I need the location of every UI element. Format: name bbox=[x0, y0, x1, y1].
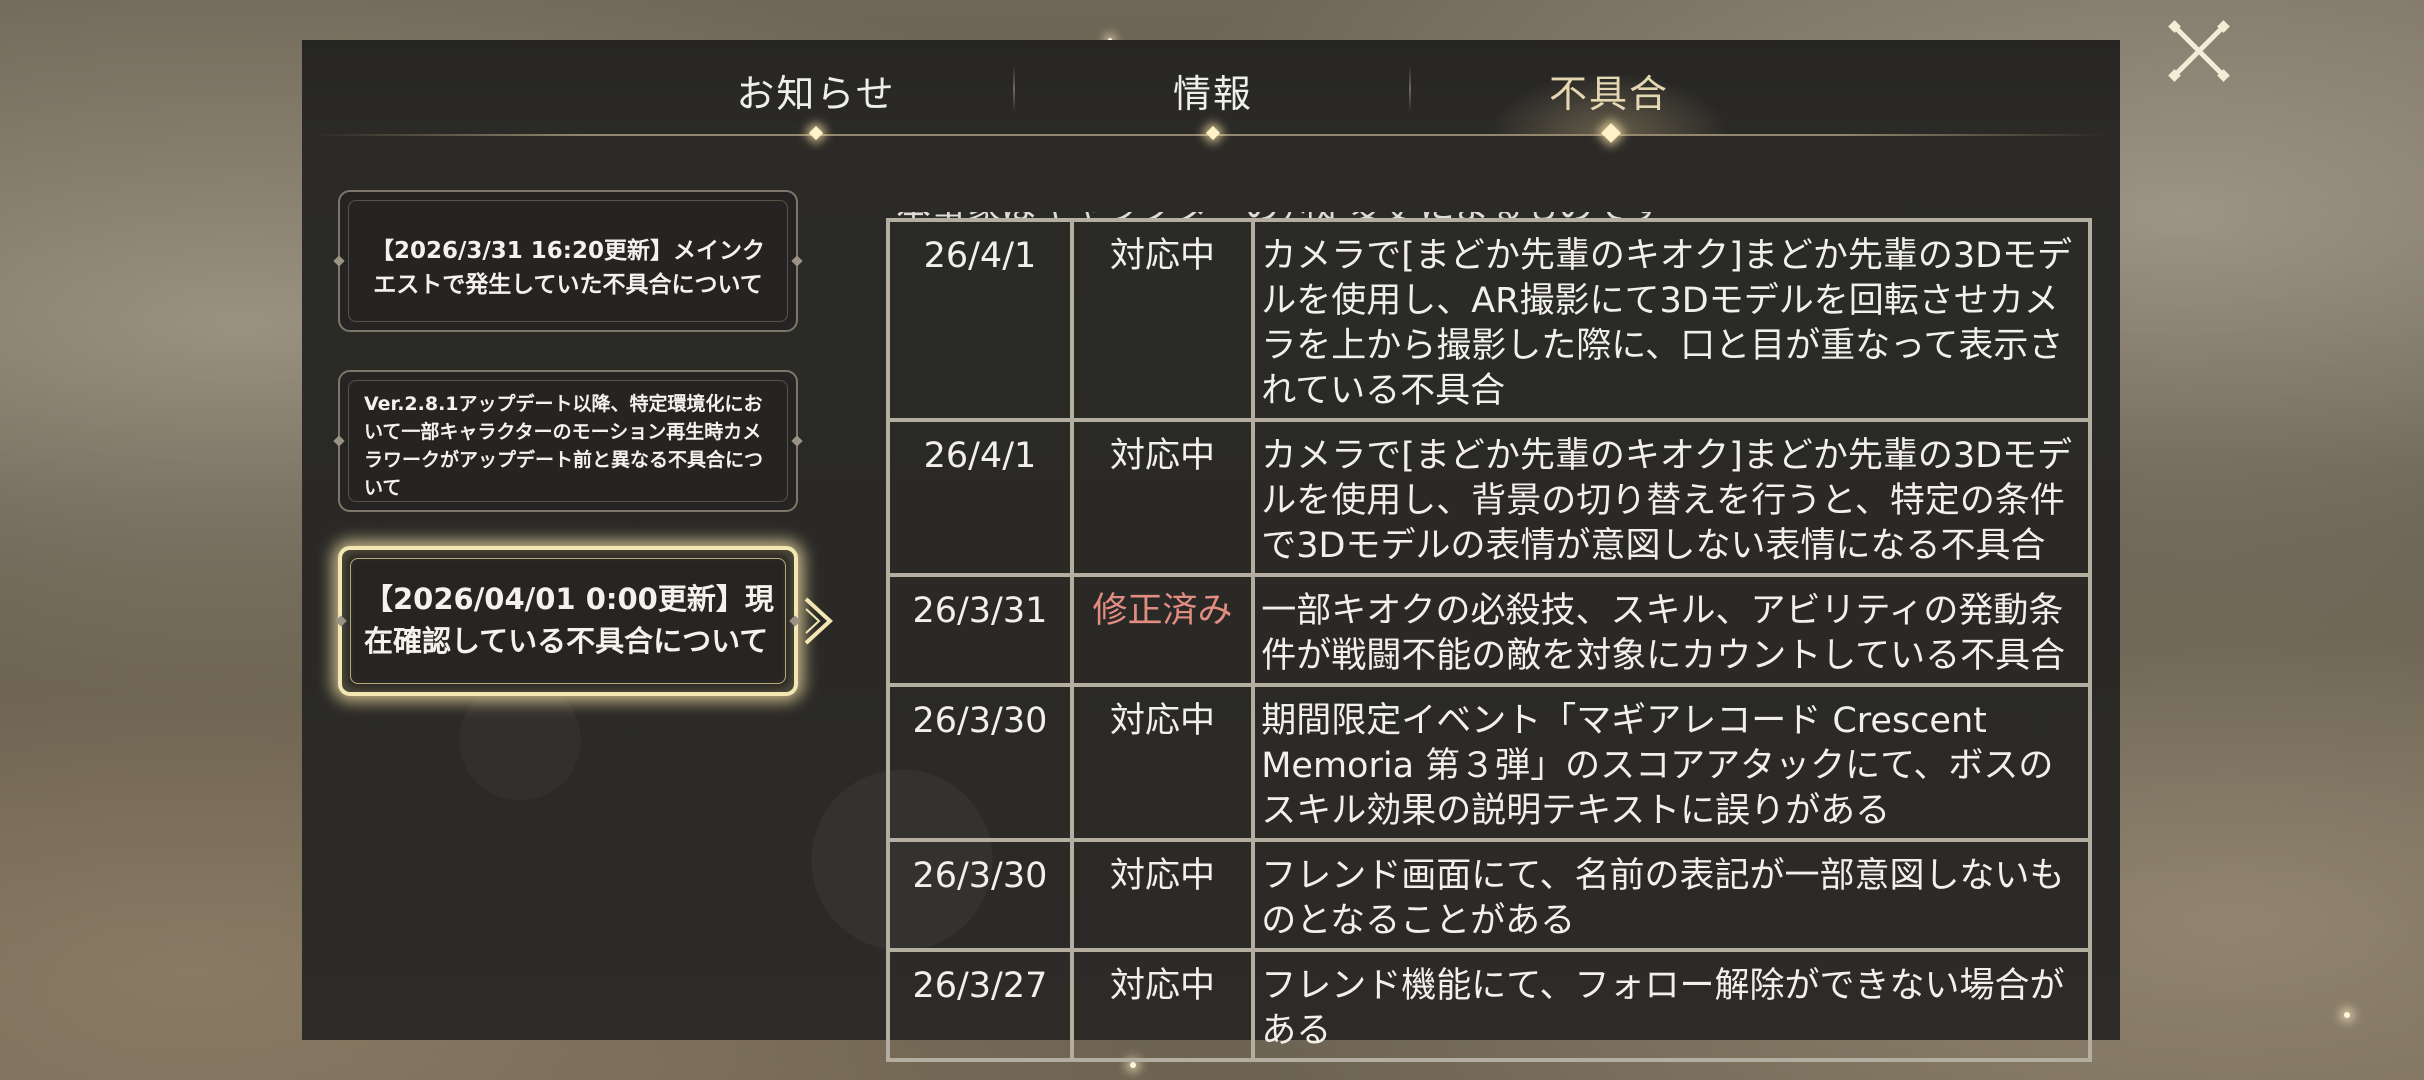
table-row: 26/3/30 対応中 フレンド画面にて、名前の表記が一部意図しないものとなるこ… bbox=[886, 838, 2092, 952]
table-row: 26/3/31 修正済み 一部キオクの必殺技、スキル、アビリティの発動条件が戦闘… bbox=[886, 573, 2092, 687]
row-status: 対応中 bbox=[1069, 218, 1256, 422]
tab-divider bbox=[1409, 66, 1411, 112]
row-date: 26/3/31 bbox=[886, 573, 1074, 687]
row-status-fixed: 修正済み bbox=[1069, 573, 1256, 687]
bug-table: 26/4/1 対応中 カメラで[まどか先輩のキオク]まどか先輩の3Dモデルを使用… bbox=[886, 218, 2092, 1062]
row-date: 26/4/1 bbox=[886, 418, 1074, 577]
chevron-right-icon bbox=[804, 597, 833, 645]
bug-report-panel: お知らせ 情報 不具合 【2026/3/31 16:20更新】メインクエストで発… bbox=[302, 40, 2120, 1062]
notice-item[interactable]: Ver.2.8.1アップデート以降、特定環境化において一部キャラクターのモーショ… bbox=[338, 370, 798, 512]
row-description: カメラで[まどか先輩のキオク]まどか先輩の3Dモデルを使用し、AR撮影にて3Dモ… bbox=[1251, 218, 2092, 422]
row-status: 対応中 bbox=[1069, 948, 1256, 1062]
row-description: フレンド画面にて、名前の表記が一部意図しないものとなることがある bbox=[1251, 838, 2092, 952]
table-row: 26/4/1 対応中 カメラで[まどか先輩のキオク]まどか先輩の3Dモデルを使用… bbox=[886, 418, 2092, 577]
tab-marker bbox=[1205, 125, 1221, 141]
table-row: 26/3/30 対応中 期間限定イベント「マギアレコード Crescent Me… bbox=[886, 683, 2092, 842]
tab-divider bbox=[1013, 66, 1015, 112]
tab-notices[interactable]: お知らせ bbox=[636, 64, 996, 124]
notice-item-selected[interactable]: 【2026/04/01 0:00更新】現在確認している不具合について bbox=[338, 546, 798, 696]
table-row: 26/4/1 対応中 カメラで[まどか先輩のキオク]まどか先輩の3Dモデルを使用… bbox=[886, 218, 2092, 422]
tab-info[interactable]: 情報 bbox=[1033, 64, 1393, 124]
table-row: 26/3/27 対応中 フレンド機能にて、フォロー解除ができない場合がある bbox=[886, 948, 2092, 1062]
row-date: 26/3/30 bbox=[886, 683, 1074, 842]
bug-table-scroll[interactable]: 本事象はキャラクターの判定変更によるものです 26/4/1 対応中 カメラで[ま… bbox=[880, 148, 2092, 1062]
notice-item-title: 【2026/3/31 16:20更新】メインクエストで発生していた不具合について bbox=[370, 238, 766, 298]
row-date: 26/4/1 bbox=[886, 218, 1074, 422]
tab-bugs[interactable]: 不具合 bbox=[1429, 64, 1789, 134]
row-description: カメラで[まどか先輩のキオク]まどか先輩の3Dモデルを使用し、背景の切り替えを行… bbox=[1251, 418, 2092, 577]
row-status: 対応中 bbox=[1069, 838, 1256, 952]
tab-marker bbox=[808, 125, 824, 141]
tab-bar: お知らせ 情報 不具合 bbox=[302, 40, 2120, 143]
row-status: 対応中 bbox=[1069, 418, 1256, 577]
background-sparkle bbox=[2344, 1012, 2350, 1018]
row-status: 対応中 bbox=[1069, 683, 1256, 842]
background-sparkle bbox=[1130, 1062, 1136, 1068]
row-description: 一部キオクの必殺技、スキル、アビリティの発動条件が戦闘不能の敵を対象にカウントし… bbox=[1251, 573, 2092, 687]
notice-item[interactable]: 【2026/3/31 16:20更新】メインクエストで発生していた不具合について bbox=[338, 190, 798, 332]
row-date: 26/3/30 bbox=[886, 838, 1074, 952]
row-description: フレンド機能にて、フォロー解除ができない場合がある bbox=[1251, 948, 2092, 1062]
row-date: 26/3/27 bbox=[886, 948, 1074, 1062]
notice-item-title: Ver.2.8.1アップデート以降、特定環境化において一部キャラクターのモーショ… bbox=[364, 393, 764, 499]
close-x-icon[interactable] bbox=[2166, 18, 2232, 84]
row-description: 期間限定イベント「マギアレコード Crescent Memoria 第３弾」のス… bbox=[1251, 683, 2092, 842]
notice-item-title: 【2026/04/01 0:00更新】現在確認している不具合について bbox=[364, 582, 774, 658]
